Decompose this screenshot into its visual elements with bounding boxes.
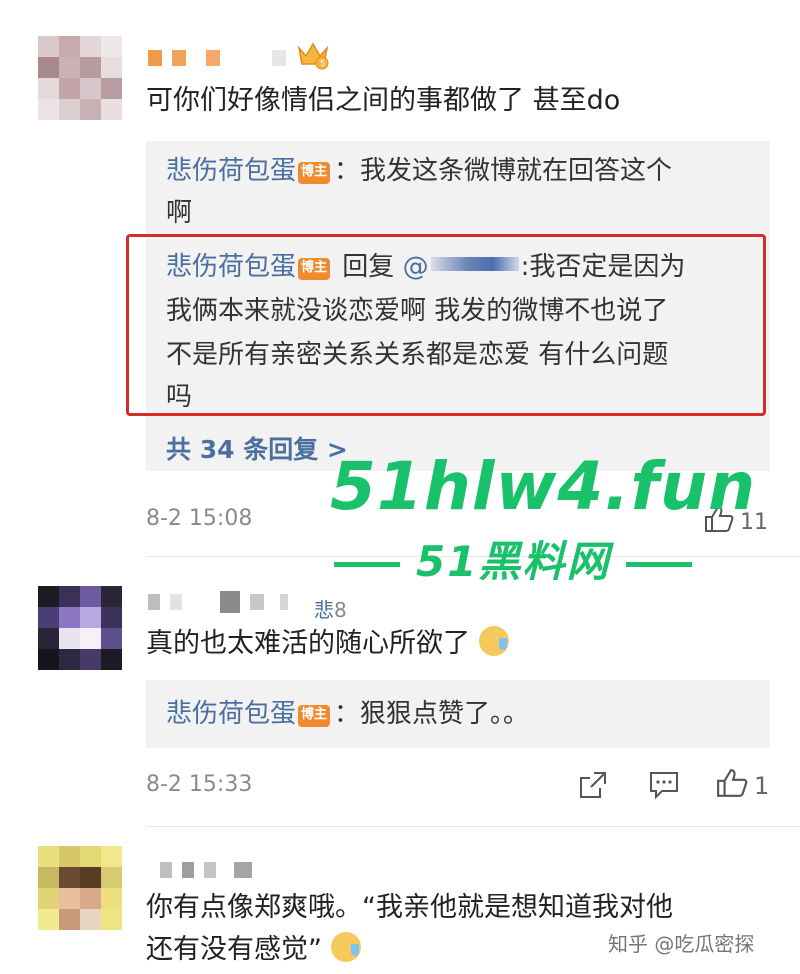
- reply-line: 吗: [166, 382, 193, 412]
- comment-text: 可你们好像情侣之间的事都做了 甚至do: [146, 85, 621, 116]
- reply-text: 我否定是因为: [529, 252, 686, 282]
- reply-line: 悲伤荷包蛋 博主 ：我发这条微博就在回答这个: [166, 150, 672, 192]
- reply-author-name[interactable]: 悲伤荷包蛋: [166, 156, 296, 186]
- reply-prefix: 回复: [342, 252, 395, 282]
- reply-text: 狠狠点赞了。。: [360, 699, 530, 729]
- share-icon[interactable]: [578, 770, 608, 804]
- comment-text: 还有没有感觉”: [146, 930, 361, 970]
- blogger-badge: 博主: [298, 705, 331, 727]
- thumbs-up-icon: [716, 768, 748, 804]
- reply-line: 我俩本来就没谈恋爱啊 我发的微博不也说了: [166, 296, 669, 326]
- reply-line: 悲伤荷包蛋 博主 ：狠狠点赞了。。: [166, 693, 529, 735]
- timestamp: 8-2 15:33: [146, 772, 253, 797]
- sweat-emoji-icon: [478, 626, 509, 656]
- svg-text:5: 5: [320, 59, 325, 68]
- divider: [146, 826, 800, 827]
- username-partial: 悲8: [314, 598, 347, 622]
- comment-text: 你有点像郑爽哦。“我亲他就是想知道我对他: [146, 892, 673, 923]
- watermark-main: 51hlw4.fun: [330, 448, 757, 525]
- like-count: 1: [754, 772, 770, 800]
- reply-line: 啊: [166, 198, 193, 228]
- blogger-badge: 博主: [298, 258, 331, 280]
- crown-icon: 5: [296, 38, 330, 74]
- avatar[interactable]: [38, 586, 122, 670]
- comment-icon[interactable]: [648, 770, 680, 804]
- reply-line: 悲伤荷包蛋 博主 回复 @:我否定是因为: [166, 246, 685, 288]
- reply-separator: ：: [334, 699, 361, 729]
- username-redacted[interactable]: [160, 858, 252, 882]
- source-watermark: 知乎 @吃瓜密探: [608, 932, 755, 956]
- avatar[interactable]: [38, 846, 122, 930]
- avatar[interactable]: [38, 36, 122, 120]
- watermark-sub: 51黑料网: [318, 528, 708, 589]
- reply-text: 我发这条微博就在回答这个: [360, 156, 673, 186]
- username-redacted[interactable]: [148, 590, 288, 614]
- mention-at[interactable]: @: [403, 252, 429, 282]
- redacted-mention: [430, 257, 519, 271]
- reply-separator: ：: [334, 156, 361, 186]
- like-button[interactable]: 1: [716, 768, 769, 804]
- comment-text: 真的也太难活的随心所欲了: [146, 624, 509, 664]
- reply-line: 不是所有亲密关系关系都是恋爱 有什么问题: [166, 340, 669, 370]
- blogger-badge: 博主: [298, 162, 331, 184]
- username-redacted[interactable]: [148, 46, 286, 70]
- timestamp: 8-2 15:08: [146, 506, 253, 531]
- laughing-emoji-icon: [330, 932, 361, 962]
- reply-author-name[interactable]: 悲伤荷包蛋: [166, 252, 296, 282]
- more-replies-link[interactable]: 共 34 条回复 >: [166, 430, 348, 466]
- reply-author-name[interactable]: 悲伤荷包蛋: [166, 699, 296, 729]
